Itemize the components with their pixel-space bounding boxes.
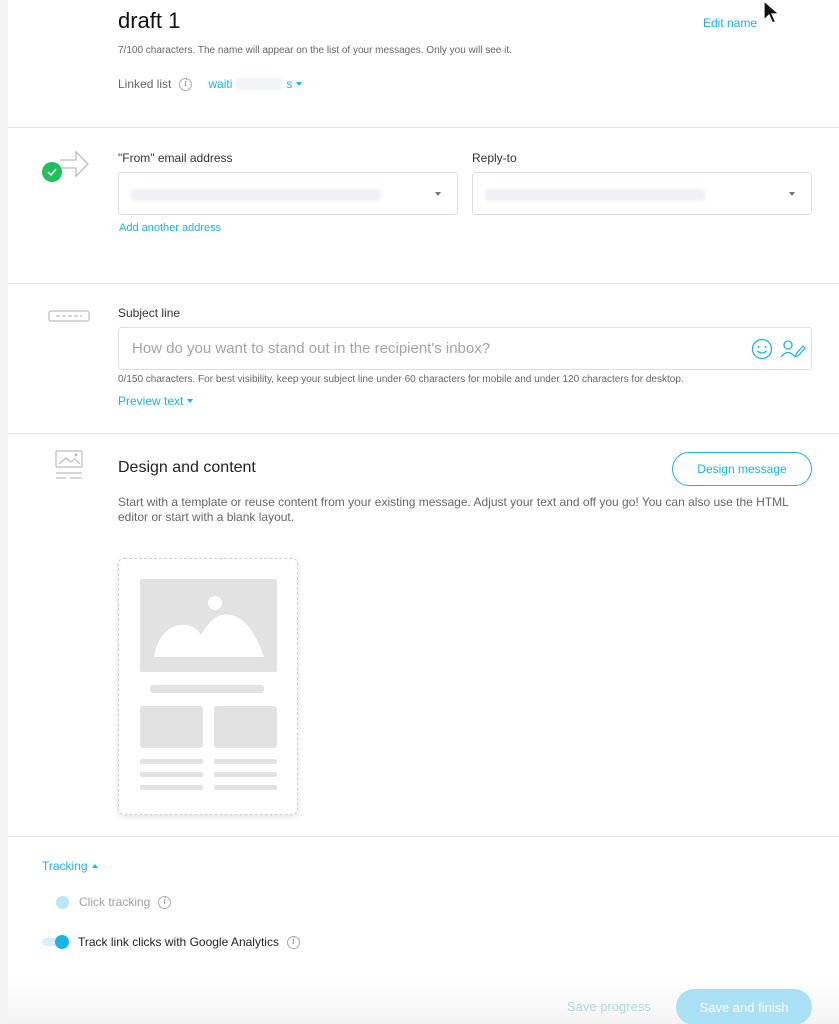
preview-text-toggle[interactable]: Preview text — [118, 394, 194, 408]
design-title: Design and content — [118, 459, 256, 476]
info-icon[interactable]: i — [158, 895, 172, 909]
design-content-icon — [55, 450, 83, 479]
design-section: Design and content Design message Start … — [8, 434, 839, 837]
reply-to-label: Reply-to — [472, 151, 517, 165]
ga-tracking-label: Track link clicks with Google Analytics — [78, 935, 279, 949]
linked-list-label: Linked list — [118, 77, 172, 91]
sender-section: "From" email address Reply-to Add anothe… — [8, 128, 839, 284]
subject-line-label: Subject line — [118, 306, 181, 320]
redacted-text — [236, 78, 283, 90]
subject-field-icon — [48, 310, 90, 322]
mouse-pointer-icon — [763, 0, 781, 24]
edit-name-link[interactable]: Edit name — [703, 16, 757, 30]
save-and-finish-button[interactable]: Save and finish — [676, 989, 812, 1024]
info-icon[interactable]: i — [286, 935, 300, 949]
linked-list-value-end: s — [286, 77, 293, 91]
subject-section: Subject line 0/150 characters. For best … — [8, 284, 839, 434]
preview-text-label: Preview text — [118, 394, 184, 408]
tracking-section: Tracking Click tracking i Track link cli… — [8, 837, 839, 977]
info-icon[interactable]: i — [179, 77, 193, 91]
design-help-text: Start with a template or reuse content f… — [118, 495, 789, 524]
click-tracking-label: Click tracking — [79, 895, 151, 909]
message-title: draft 1 — [118, 8, 181, 33]
emoji-icon[interactable] — [751, 338, 773, 360]
chevron-down-icon — [435, 192, 441, 196]
template-thumbnail[interactable] — [118, 558, 298, 815]
click-tracking-row: Click tracking i — [56, 895, 172, 909]
linked-list-value: waiti — [208, 77, 233, 91]
name-help-text: 7/100 characters. The name will appear o… — [118, 45, 512, 56]
chevron-down-icon — [296, 82, 303, 86]
redacted-text — [485, 189, 705, 201]
template-placeholder-image — [140, 579, 277, 790]
linked-list-dropdown[interactable]: waiti s — [208, 77, 303, 91]
from-address-select[interactable] — [118, 172, 458, 215]
switch-knob — [55, 935, 69, 949]
send-arrow-icon — [42, 150, 89, 182]
ga-tracking-row: Track link clicks with Google Analytics … — [42, 935, 300, 949]
message-name-section: draft 1 Edit name 7/100 characters. The … — [8, 0, 839, 128]
tracking-toggle[interactable]: Tracking — [42, 859, 98, 873]
ga-tracking-switch[interactable] — [42, 935, 70, 949]
tracking-label: Tracking — [42, 859, 88, 873]
subject-help-text: 0/150 characters. For best visibility, k… — [118, 374, 684, 385]
design-message-button[interactable]: Design message — [672, 452, 812, 486]
redacted-text — [131, 189, 381, 201]
reply-to-select[interactable] — [472, 172, 812, 215]
save-progress-button[interactable]: Save progress — [567, 999, 651, 1014]
from-address-label: "From" email address — [118, 151, 233, 165]
click-tracking-checkbox[interactable] — [56, 895, 69, 909]
chevron-up-icon — [91, 864, 98, 868]
add-address-link[interactable]: Add another address — [119, 222, 221, 234]
chevron-down-icon — [789, 192, 795, 196]
linked-list-row: Linked list i waiti s — [118, 77, 303, 91]
left-gutter — [0, 0, 8, 1024]
subject-line-input[interactable] — [118, 327, 812, 370]
chevron-down-icon — [187, 399, 194, 403]
personalize-icon[interactable] — [780, 338, 806, 360]
footer-bar: Save progress Save and finish — [8, 977, 839, 1024]
